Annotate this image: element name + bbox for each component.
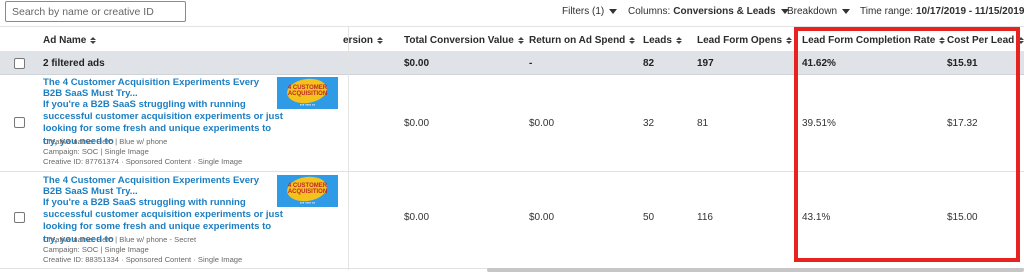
summary-return-on-ad-spend: - <box>529 58 533 69</box>
search-box[interactable] <box>5 1 186 22</box>
ad-thumbnail[interactable]: 4 CUSTOMER ACQUISITION ▪▪▪ ▪▪▪▪ ▪▪ <box>277 77 338 109</box>
cell-leads: 32 <box>643 118 655 129</box>
creative-id: Creative ID: 88351334 · Sponsored Conten… <box>43 255 243 264</box>
breakdown-dropdown[interactable]: Breakdown <box>787 6 851 17</box>
summary-lead-form-opens: 197 <box>697 58 714 69</box>
sort-icon <box>786 37 793 44</box>
summary-leads: 82 <box>643 58 655 69</box>
toolbar: Filters (1) Columns: Conversions & Leads… <box>0 0 1024 26</box>
filters-dropdown[interactable]: Filters (1) <box>562 6 618 17</box>
column-divider <box>348 26 349 270</box>
campaign-name: Campaign: SOC | Single Image <box>43 147 149 156</box>
column-header-label: Ad Name <box>43 35 87 46</box>
creative-name: Creative name: Hero | Blue w/ phone - Se… <box>43 235 197 244</box>
sort-icon <box>517 37 524 44</box>
column-header-conversions[interactable]: ersion <box>343 35 384 46</box>
time-range-value: 10/17/2019 - 11/15/2019 <box>915 6 1024 17</box>
highlight-box <box>794 27 1020 262</box>
filters-label: Filters (1) <box>562 6 605 17</box>
creative-id: Creative ID: 87761374 · Sponsored Conten… <box>43 157 243 166</box>
column-header-leads[interactable]: Leads <box>643 35 682 46</box>
search-input[interactable] <box>6 2 185 22</box>
breakdown-label: Breakdown <box>787 6 838 17</box>
cell-total-conversion-value: $0.00 <box>404 118 430 129</box>
column-header-label: Leads <box>643 35 672 46</box>
ad-thumbnail[interactable]: 4 CUSTOMER ACQUISITION ▪▪▪ ▪▪▪▪ ▪▪ <box>277 175 338 207</box>
sort-icon <box>90 37 97 44</box>
cell-lead-form-opens: 81 <box>697 118 709 129</box>
column-header-ad-name[interactable]: Ad Name <box>43 35 97 46</box>
cell-lead-form-opens: 116 <box>697 212 713 223</box>
row-checkbox[interactable] <box>14 212 25 223</box>
time-range-label: Time range: <box>860 6 913 17</box>
column-header-label: Return on Ad Spend <box>529 35 626 46</box>
column-header-lead-form-opens[interactable]: Lead Form Opens <box>697 35 793 46</box>
select-all-checkbox[interactable] <box>14 58 25 69</box>
chevron-down-icon <box>842 9 851 14</box>
chevron-down-icon <box>609 9 618 14</box>
ad-title-link[interactable]: The 4 Customer Acquisition Experiments E… <box>43 77 275 100</box>
column-header-total-conversion-value[interactable]: Total Conversion Value <box>404 35 524 46</box>
column-header-label: Lead Form Opens <box>697 35 783 46</box>
campaign-name: Campaign: SOC | Single Image <box>43 245 149 254</box>
summary-total-conversion-value: $0.00 <box>404 58 430 69</box>
sort-icon <box>377 37 384 44</box>
row-checkbox[interactable] <box>14 117 25 128</box>
sort-icon <box>629 37 636 44</box>
ad-title-link[interactable]: The 4 Customer Acquisition Experiments E… <box>43 175 275 198</box>
cell-total-conversion-value: $0.00 <box>404 212 430 223</box>
cell-leads: 50 <box>643 212 655 223</box>
column-header-return-on-ad-spend[interactable]: Return on Ad Spend <box>529 35 636 46</box>
time-range-dropdown[interactable]: Time range: 10/17/2019 - 11/15/2019 <box>860 6 1024 17</box>
columns-dropdown[interactable]: Columns: Conversions & Leads <box>628 6 789 17</box>
columns-label: Columns: <box>628 6 671 17</box>
sort-icon <box>675 37 682 44</box>
summary-label: 2 filtered ads <box>43 58 105 69</box>
cell-return-on-ad-spend: $0.00 <box>529 212 555 223</box>
cell-return-on-ad-spend: $0.00 <box>529 118 555 129</box>
column-header-label: Total Conversion Value <box>404 35 514 46</box>
horizontal-scrollbar[interactable] <box>487 268 1024 272</box>
creative-name: Creative name: Hero | Blue w/ phone <box>43 137 168 146</box>
columns-value: Conversions & Leads <box>673 6 776 17</box>
